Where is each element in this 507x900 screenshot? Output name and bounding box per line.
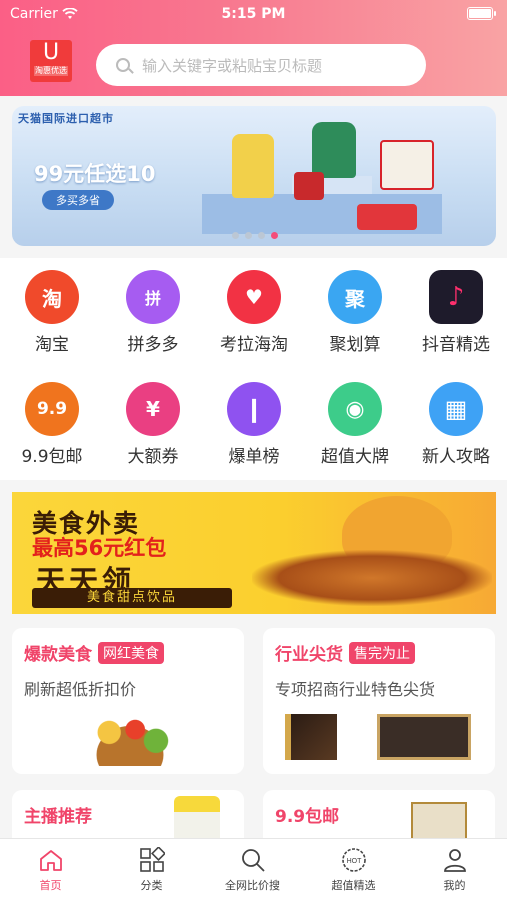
logo-caption: 淘惠优选: [34, 66, 68, 76]
tab-label: 全网比价搜: [225, 879, 280, 892]
product-can-image: [294, 172, 324, 200]
grid-item-label: 聚划算: [329, 335, 381, 355]
grid-item-douyin[interactable]: ♪ 抖音精选: [406, 270, 506, 355]
pagination-dot-active: [271, 232, 278, 239]
juhuasuan-icon: 聚: [328, 270, 382, 324]
food-platter-image: [252, 550, 492, 606]
tab-category[interactable]: 分类: [101, 846, 202, 893]
grid-item-label: 超值大牌: [321, 447, 389, 467]
grid-item-label: 9.9包邮: [21, 447, 83, 467]
card-title-text: 主播推荐: [24, 807, 92, 827]
grid-item-label: 新人攻略: [422, 447, 490, 467]
product-bottle-image: [232, 134, 274, 198]
grid-item-pinduoduo[interactable]: 拼 拼多多: [103, 270, 203, 355]
banner-tagline: 天猫国际进口超市: [18, 112, 114, 125]
product-tube-image: [312, 122, 356, 178]
search-icon: [240, 847, 266, 873]
search-input[interactable]: 输入关键字或粘贴宝贝标题: [96, 44, 426, 86]
grid-item-taobao[interactable]: 淘 淘宝: [2, 270, 102, 355]
cosmetics-set-image: [377, 714, 471, 760]
tab-label: 首页: [39, 879, 62, 892]
kaola-icon: ♥: [227, 270, 281, 324]
card-title-text: 行业尖货: [275, 645, 343, 665]
taobao-icon: 淘: [25, 270, 79, 324]
card-subtitle: 刷新超低折扣价: [24, 680, 137, 699]
card-hot-food[interactable]: 爆款美食 网红美食 刷新超低折扣价: [12, 628, 244, 774]
pinduoduo-icon: 拼: [126, 270, 180, 324]
banner-pagination[interactable]: [232, 232, 278, 239]
header: Carrier 5:15 PM U 淘惠优选 输入关键字或粘贴宝贝标题: [0, 0, 507, 96]
product-box-image: [380, 140, 434, 190]
product-snack-image: [357, 204, 417, 230]
fruit-basket-image: [78, 710, 182, 766]
battery-icon: [467, 7, 496, 20]
grid-item-label: 淘宝: [35, 335, 69, 355]
douyin-icon: ♪: [429, 270, 483, 324]
tab-value-picks[interactable]: HOT 超值精选: [303, 847, 404, 893]
logo-letter: U: [42, 40, 60, 65]
card-industry-goods[interactable]: 行业尖货 售完为止 专项招商行业特色尖货: [263, 628, 495, 774]
card-tag: 网红美食: [98, 641, 164, 664]
gift-box-image: [285, 714, 337, 760]
grid-item-kaola[interactable]: ♥ 考拉海淘: [204, 270, 304, 355]
status-bar: Carrier 5:15 PM: [10, 6, 497, 24]
grid-item-label: 考拉海淘: [220, 335, 288, 355]
pagination-dot: [245, 232, 252, 239]
grid-item-hot-list[interactable]: ❙ 爆单榜: [204, 382, 304, 467]
hot-icon: HOT: [341, 847, 367, 873]
card-title: 主播推荐: [24, 802, 92, 827]
grid-item-value-brands[interactable]: ◉ 超值大牌: [305, 382, 405, 467]
grid-tiles-icon: ▦: [429, 382, 483, 436]
card-title-text: 9.9包邮: [275, 807, 340, 827]
card-title: 行业尖货 售完为止: [275, 640, 415, 665]
nine-nine-icon: 9.9: [25, 382, 79, 436]
lipstick-icon: ❙: [227, 382, 281, 436]
coupon-icon: ¥: [126, 382, 180, 436]
face-mask-icon: ◉: [328, 382, 382, 436]
pagination-dot: [232, 232, 239, 239]
card-title: 爆款美食 网红美食: [24, 640, 164, 665]
home-icon: [38, 847, 64, 873]
tab-label: 我的: [443, 879, 466, 892]
app-logo[interactable]: U 淘惠优选: [30, 40, 72, 82]
tab-price-compare[interactable]: 全网比价搜: [202, 847, 303, 893]
grid-item-99-free-shipping[interactable]: 9.9 9.9包邮: [2, 382, 102, 467]
pagination-dot: [258, 232, 265, 239]
tab-label: 超值精选: [331, 879, 376, 892]
tab-home[interactable]: 首页: [0, 847, 101, 893]
grid-item-big-coupon[interactable]: ¥ 大额券: [103, 382, 203, 467]
grid-item-newcomer-guide[interactable]: ▦ 新人攻略: [406, 382, 506, 467]
category-icon: [139, 846, 166, 873]
card-title-text: 爆款美食: [24, 645, 92, 665]
card-subtitle: 专项招商行业特色尖货: [275, 680, 436, 699]
svg-text:HOT: HOT: [346, 858, 362, 865]
banner-button[interactable]: 多买多省: [42, 190, 114, 210]
card-title: 9.9包邮: [275, 802, 339, 827]
grid-item-label: 爆单榜: [228, 447, 280, 467]
search-icon: [116, 58, 130, 72]
promo-banner[interactable]: 天猫国际进口超市 99元任选10 多买多省: [12, 106, 496, 246]
tab-label: 分类: [140, 879, 163, 892]
card-tag: 售完为止: [349, 641, 415, 664]
food-banner-caption: 美食甜点饮品: [32, 588, 232, 608]
tab-bar: 首页 分类 全网比价搜 HOT 超值精选 我的: [0, 838, 507, 900]
category-grid: 淘 淘宝 拼 拼多多 ♥ 考拉海淘 聚 聚划算 ♪ 抖音精选 9.9 9.9包邮…: [0, 258, 507, 480]
tab-mine[interactable]: 我的: [404, 847, 505, 893]
food-delivery-banner[interactable]: 美食外卖 最高56元红包 天天领 美食甜点饮品: [12, 492, 496, 614]
search-placeholder: 输入关键字或粘贴宝贝标题: [142, 56, 323, 75]
grid-item-juhuasuan[interactable]: 聚 聚划算: [305, 270, 405, 355]
banner-headline: 99元任选10: [34, 162, 156, 186]
user-icon: [442, 847, 468, 873]
grid-item-label: 拼多多: [127, 335, 179, 355]
grid-item-label: 大额券: [127, 447, 179, 467]
grid-item-label: 抖音精选: [422, 335, 490, 355]
clock: 5:15 PM: [221, 6, 286, 22]
